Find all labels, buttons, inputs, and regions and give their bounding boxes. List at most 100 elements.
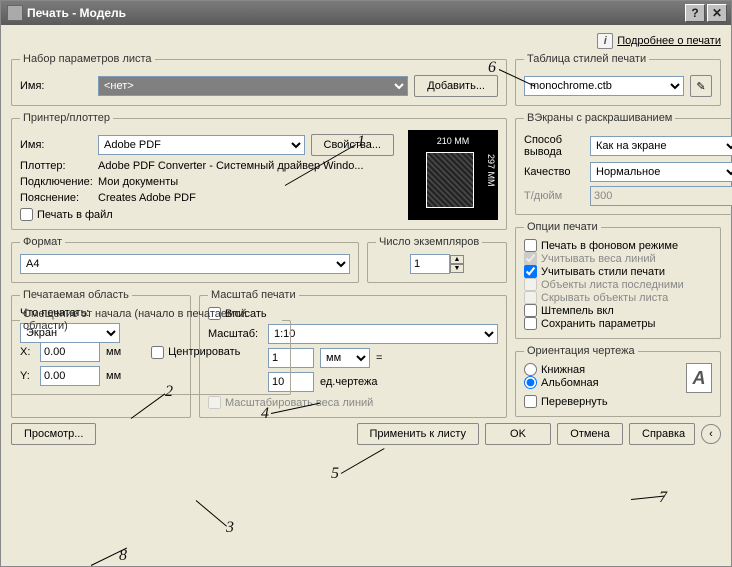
printer-name-label: Имя:	[20, 139, 92, 151]
shade-mode-select[interactable]: Как на экране	[590, 136, 732, 156]
description-label: Пояснение:	[20, 192, 92, 204]
paper-legend: Формат	[20, 236, 65, 248]
connection-label: Подключение:	[20, 176, 92, 188]
opt-styles-checkbox[interactable]	[524, 265, 537, 278]
dpi-label: Т/дюйм	[524, 190, 584, 202]
opt-bg-label: Печать в фоновом режиме	[541, 240, 678, 252]
plot-styles-legend: Таблица стилей печати	[524, 53, 649, 65]
shade-mode-label: Способ вывода	[524, 134, 584, 158]
unit-select[interactable]: мм	[320, 348, 370, 368]
opt-lw-label: Учитывать веса линий	[541, 253, 656, 265]
opt-stamp-checkbox[interactable]	[524, 304, 537, 317]
opt-save-label: Сохранить параметры	[541, 318, 655, 330]
scale-legend: Масштаб печати	[208, 289, 299, 301]
preview-width-label: 210 MM	[408, 136, 498, 146]
center-checkbox[interactable]	[151, 346, 164, 359]
copies-down[interactable]: ▼	[450, 264, 464, 273]
copies-group: Число экземпляров ▲ ▼	[367, 236, 507, 283]
paper-group: Формат A4	[11, 236, 359, 283]
annotation-5: 5	[331, 465, 339, 483]
plotter-label: Плоттер:	[20, 160, 92, 172]
annotation-7: 7	[659, 489, 667, 507]
pencil-icon: ✎	[696, 80, 705, 93]
printer-legend: Принтер/плоттер	[20, 112, 113, 124]
quality-select[interactable]: Нормальное	[590, 162, 732, 182]
help-button[interactable]: ?	[685, 4, 705, 22]
orientation-group: Ориентация чертежа Книжная Альбомная Пер…	[515, 345, 721, 417]
plot-style-select[interactable]: monochrome.ctb	[524, 76, 684, 96]
options-legend: Опции печати	[524, 221, 601, 233]
offset-y-label: Y:	[20, 370, 34, 382]
preview-button[interactable]: Просмотр...	[11, 423, 96, 445]
equals-label: =	[376, 352, 382, 364]
offset-legend: Смещение от начала (начало в печатаемой …	[20, 308, 282, 332]
upside-down-checkbox[interactable]	[524, 395, 537, 408]
print-to-file-checkbox[interactable]	[20, 208, 33, 221]
description-value: Creates Adobe PDF	[98, 192, 196, 204]
shaded-legend: ВЭкраны с раскрашиванием	[524, 112, 675, 124]
annotation-3: 3	[226, 519, 234, 537]
copies-input[interactable]	[410, 254, 450, 274]
page-set-legend: Набор параметров листа	[20, 53, 155, 65]
opt-lw-checkbox	[524, 252, 537, 265]
plotter-value: Adobe PDF Converter - Системный драйвер …	[98, 160, 364, 172]
app-icon	[7, 5, 23, 21]
opt-stamp-label: Штемпель вкл	[541, 305, 614, 317]
preview-height-label: 297 MM	[486, 154, 496, 187]
printer-name-select[interactable]: Adobe PDF	[98, 135, 305, 155]
drawing-unit-label: ед.чертежа	[320, 376, 390, 388]
opt-last-checkbox	[524, 278, 537, 291]
more-about-print-link[interactable]: Подробнее о печати	[617, 35, 721, 47]
opt-styles-label: Учитывать стили печати	[541, 266, 665, 278]
opt-save-checkbox[interactable]	[524, 317, 537, 330]
properties-button[interactable]: Свойства...	[311, 134, 394, 156]
collapse-button[interactable]: ‹	[701, 424, 721, 444]
landscape-radio[interactable]	[524, 376, 537, 389]
orientation-legend: Ориентация чертежа	[524, 345, 638, 357]
upside-down-label: Перевернуть	[541, 396, 608, 408]
page-set-group: Набор параметров листа Имя: <нет> Добави…	[11, 53, 507, 106]
paper-size-select[interactable]: A4	[20, 254, 350, 274]
copies-legend: Число экземпляров	[376, 236, 482, 248]
close-button[interactable]: ✕	[707, 4, 727, 22]
offset-x-input[interactable]	[40, 342, 100, 362]
printer-group: Принтер/плоттер Имя: Adobe PDF Свойства.…	[11, 112, 507, 230]
page-set-name-label: Имя:	[20, 80, 92, 92]
print-to-file-label: Печать в файл	[37, 209, 113, 221]
ok-button[interactable]: OK	[485, 423, 551, 445]
paper-preview: 210 MM 297 MM	[408, 130, 498, 220]
window-title: Печать - Модель	[27, 6, 126, 20]
offset-y-input[interactable]	[40, 366, 100, 386]
scale-lineweights-checkbox	[208, 396, 221, 409]
titlebar: Печать - Модель ? ✕	[1, 1, 731, 25]
opt-hide-checkbox	[524, 291, 537, 304]
chevron-left-icon: ‹	[709, 428, 713, 440]
plot-options-group: Опции печати Печать в фоновом режиме Учи…	[515, 221, 721, 339]
scale-select[interactable]: 1:10	[268, 324, 498, 344]
landscape-label: Альбомная	[541, 377, 599, 389]
apply-to-layout-button[interactable]: Применить к листу	[357, 423, 480, 445]
opt-hide-label: Скрывать объекты листа	[541, 292, 668, 304]
portrait-radio[interactable]	[524, 363, 537, 376]
scale-lineweights-label: Масштабировать веса линий	[225, 397, 373, 409]
cancel-button[interactable]: Отмена	[557, 423, 623, 445]
page-set-name-select[interactable]: <нет>	[98, 76, 408, 96]
plot-area-legend: Печатаемая область	[20, 289, 132, 301]
plot-styles-group: Таблица стилей печати monochrome.ctb ✎	[515, 53, 721, 106]
edit-style-button[interactable]: ✎	[690, 75, 712, 97]
orientation-icon: A	[686, 363, 712, 393]
copies-up[interactable]: ▲	[450, 255, 464, 264]
help-footer-button[interactable]: Справка	[629, 423, 695, 445]
center-label: Центрировать	[168, 346, 240, 358]
connection-value: Мои документы	[98, 176, 178, 188]
opt-bg-checkbox[interactable]	[524, 239, 537, 252]
dpi-input	[590, 186, 732, 206]
add-button[interactable]: Добавить...	[414, 75, 498, 97]
shaded-viewport-group: ВЭкраны с раскрашиванием Способ вывода К…	[515, 112, 732, 215]
portrait-label: Книжная	[541, 364, 585, 376]
offset-y-unit: мм	[106, 370, 121, 382]
offset-group: Смещение от начала (начало в печатаемой …	[11, 308, 291, 395]
opt-last-label: Объекты листа последними	[541, 279, 684, 291]
print-dialog: Печать - Модель ? ✕ i Подробнее о печати…	[0, 0, 732, 567]
info-icon[interactable]: i	[597, 33, 613, 49]
